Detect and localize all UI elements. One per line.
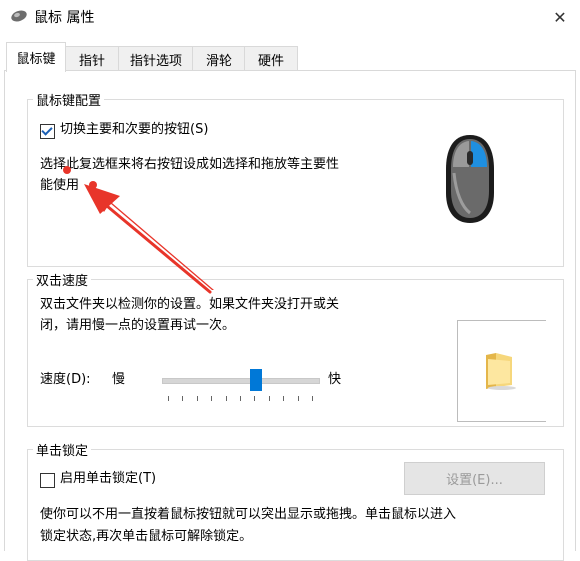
double-click-title: 双击速度 <box>33 270 92 289</box>
mouse-illustration-icon <box>446 135 494 223</box>
folder-icon[interactable] <box>482 349 518 391</box>
speed-label: 速度(D): <box>40 372 91 387</box>
slider-tick <box>254 396 256 401</box>
click-lock-settings-button[interactable]: 设置(E)... <box>404 462 545 495</box>
double-click-description: 闭，请用慢一点的设置再试一次。 <box>40 318 236 333</box>
tab-label: 指针 <box>78 53 105 69</box>
tab-strip: 鼠标键 指针 指针选项 滑轮 硬件 <box>0 42 580 72</box>
fast-label: 快 <box>328 372 342 387</box>
speed-slider-thumb[interactable] <box>249 369 262 391</box>
button-config-description: 能使用 <box>40 178 80 193</box>
tab-buttons[interactable]: 鼠标键 <box>6 42 66 72</box>
slider-tick <box>211 396 213 401</box>
tab-label: 硬件 <box>257 53 284 69</box>
slider-tick <box>225 396 227 401</box>
close-button[interactable]: ✕ <box>540 0 580 34</box>
slider-tick <box>312 396 313 401</box>
slider-tick <box>182 396 184 401</box>
settings-button-label: 设置(E)... <box>446 473 503 488</box>
click-lock-label: 启用单击锁定(T) <box>60 471 157 486</box>
click-lock-description: 锁定状态,再次单击鼠标可解除锁定。 <box>40 529 253 544</box>
tab-hardware[interactable]: 硬件 <box>244 46 298 71</box>
tab-label: 指针选项 <box>129 53 182 69</box>
window-title: 鼠标 属性 <box>34 10 95 26</box>
click-lock-checkbox[interactable] <box>40 473 55 488</box>
title-bar: 鼠标 属性 ✕ <box>0 0 580 34</box>
test-folder-area[interactable] <box>457 320 546 422</box>
tab-label: 滑轮 <box>205 53 232 69</box>
speed-slider-track[interactable] <box>162 378 320 384</box>
tab-wheel[interactable]: 滑轮 <box>192 46 246 71</box>
tab-pointer-options[interactable]: 指针选项 <box>118 46 194 71</box>
slider-tick <box>196 396 198 401</box>
slider-tick <box>168 396 169 401</box>
click-lock-title: 单击锁定 <box>33 440 92 459</box>
close-icon: ✕ <box>553 7 567 27</box>
switch-buttons-label: 切换主要和次要的按钮(S) <box>60 122 209 137</box>
button-config-title: 鼠标键配置 <box>33 90 105 109</box>
mouse-icon <box>11 10 27 22</box>
slider-tick <box>283 396 285 401</box>
slider-tick <box>297 396 299 401</box>
slider-tick <box>268 396 270 401</box>
slow-label: 慢 <box>112 372 126 387</box>
double-click-description: 双击文件夹以检测你的设置。如果文件夹没打开或关 <box>40 297 340 312</box>
switch-buttons-checkbox[interactable] <box>40 124 55 139</box>
speed-slider-ticks <box>168 396 313 402</box>
tab-pointers[interactable]: 指针 <box>64 46 120 71</box>
tab-label: 鼠标键 <box>16 52 56 67</box>
button-config-description: 选择此复选框来将右按钮设成如选择和拖放等主要性 <box>40 157 340 172</box>
slider-tick <box>240 396 241 401</box>
click-lock-description: 使你可以不用一直按着鼠标按钮就可以突出显示或拖拽。单击鼠标以进入 <box>40 507 457 522</box>
